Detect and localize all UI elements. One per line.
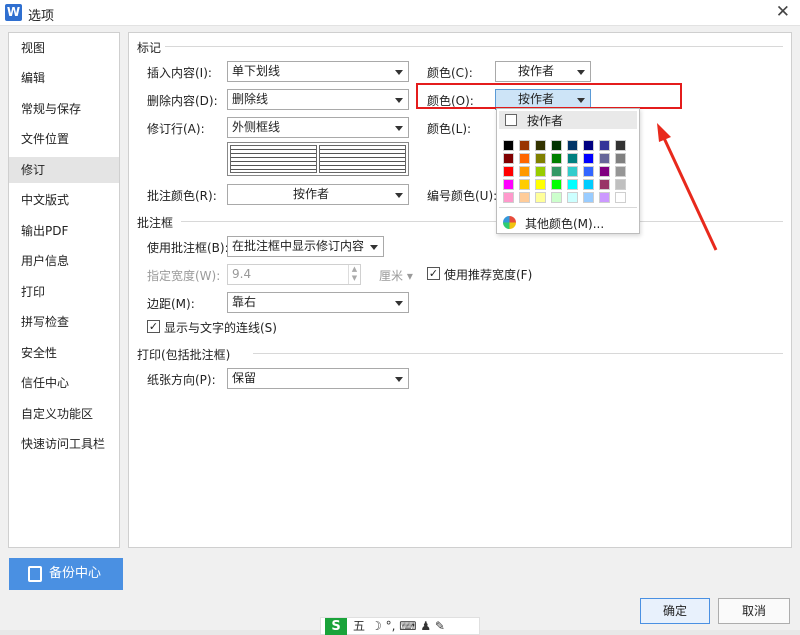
- ok-button[interactable]: 确定: [640, 598, 710, 624]
- ime-toolbar: S 五 ☽ °, ⌨ ♟ ✎: [320, 617, 480, 635]
- arrow-shaft: [662, 137, 718, 251]
- cancel-button[interactable]: 取消: [718, 598, 790, 624]
- sogou-logo-icon[interactable]: S: [325, 618, 347, 635]
- ime-mode-label[interactable]: 五: [353, 618, 365, 635]
- arrow-head: [657, 123, 671, 142]
- ime-tool-icons[interactable]: ☽ °, ⌨ ♟ ✎: [371, 618, 445, 635]
- annotation-arrow: [657, 123, 718, 251]
